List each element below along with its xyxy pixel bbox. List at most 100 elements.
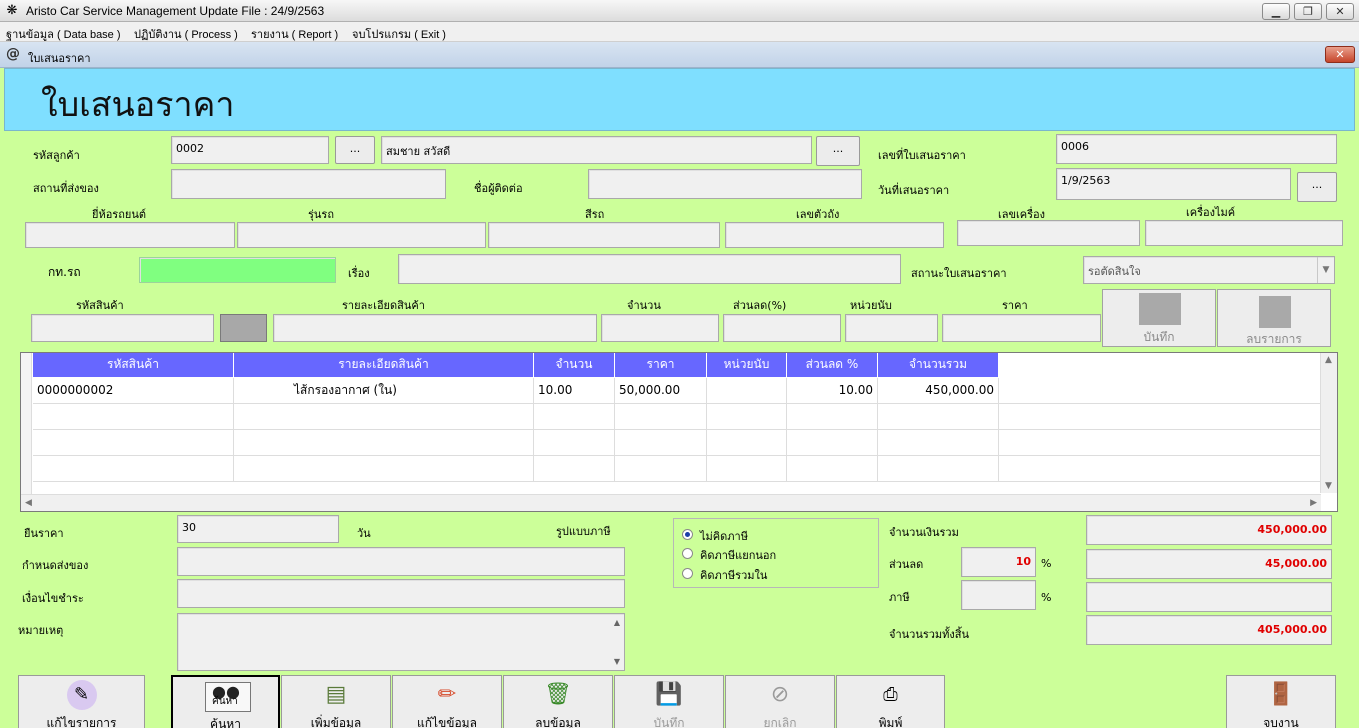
customer-browse-button[interactable]: ...: [335, 136, 375, 164]
date-picker-button[interactable]: ...: [1297, 172, 1337, 202]
payment-field[interactable]: [177, 579, 625, 608]
table-cell[interactable]: [33, 456, 234, 482]
car-brand-field[interactable]: [25, 222, 235, 248]
close-child-button[interactable]: ✕: [1325, 46, 1355, 63]
table-cell[interactable]: [999, 430, 1321, 456]
cancel-button[interactable]: ⊘ ยกเลิก: [725, 675, 835, 728]
scroll-down-icon[interactable]: ▼: [1325, 481, 1332, 491]
scroll-up-icon[interactable]: ▲: [1325, 355, 1332, 365]
table-cell[interactable]: [707, 404, 787, 430]
col-header-qty[interactable]: จำนวน: [534, 353, 615, 377]
save-button[interactable]: 💾 บันทึก: [614, 675, 724, 728]
scroll-right-icon[interactable]: ▶: [1310, 498, 1317, 508]
note-textarea[interactable]: ▲ ▼: [177, 613, 625, 671]
save-item-button[interactable]: บันทึก: [1102, 289, 1216, 347]
table-cell[interactable]: [787, 404, 878, 430]
menu-database[interactable]: ฐานข้อมูล ( Data base ): [6, 25, 121, 43]
contact-field[interactable]: [588, 169, 862, 199]
table-cell[interactable]: [878, 404, 999, 430]
edit-button[interactable]: ✏ แก้ไขข้อมูล: [392, 675, 502, 728]
quote-status-select[interactable]: รอตัดสินใจ ▼: [1083, 256, 1335, 284]
table-cell[interactable]: [878, 456, 999, 482]
menu-report[interactable]: รายงาน ( Report ): [251, 25, 338, 43]
items-grid[interactable]: รหัสสินค้า รายละเอียดสินค้า จำนวน ราคา ห…: [20, 352, 1338, 512]
table-cell[interactable]: [999, 404, 1321, 430]
delete-button[interactable]: 🗑 ลบข้อมูล: [503, 675, 613, 728]
total-field[interactable]: 450,000.00: [1086, 515, 1332, 545]
table-cell[interactable]: 10.00: [534, 378, 615, 404]
menu-process[interactable]: ปฏิบัติงาน ( Process ): [134, 25, 238, 43]
item-lookup-button[interactable]: [220, 314, 267, 342]
table-cell[interactable]: [787, 456, 878, 482]
price-valid-field[interactable]: 30: [177, 515, 339, 543]
grid-horizontal-scrollbar[interactable]: ◀ ▶: [21, 494, 1321, 511]
tax-none-radio[interactable]: [682, 529, 693, 540]
table-cell[interactable]: 10.00: [787, 378, 878, 404]
customer-code-field[interactable]: 0002: [171, 136, 329, 164]
col-header-item-desc[interactable]: รายละเอียดสินค้า: [234, 353, 534, 377]
table-cell[interactable]: [234, 430, 534, 456]
table-cell[interactable]: [707, 378, 787, 404]
table-cell[interactable]: [999, 378, 1321, 404]
edit-items-button[interactable]: ✎ แก้ไขรายการ: [18, 675, 145, 728]
table-cell[interactable]: [534, 404, 615, 430]
table-cell[interactable]: [615, 430, 707, 456]
tax-amount-field[interactable]: [1086, 582, 1332, 612]
car-color-field[interactable]: [488, 222, 720, 248]
add-button[interactable]: ▤ เพิ่มข้อมูล: [281, 675, 391, 728]
tax-pct-field[interactable]: [961, 580, 1036, 610]
table-cell[interactable]: [234, 456, 534, 482]
item-desc-field[interactable]: [273, 314, 597, 342]
table-cell[interactable]: [33, 430, 234, 456]
table-cell[interactable]: ไส้กรองอากาศ (ใน): [234, 378, 534, 404]
subject-field[interactable]: [398, 254, 901, 284]
print-button[interactable]: ⎙ พิมพ์: [836, 675, 945, 728]
table-cell[interactable]: 0000000002: [33, 378, 234, 404]
table-cell[interactable]: [534, 456, 615, 482]
price-field[interactable]: [942, 314, 1101, 342]
tax-inclusive-label[interactable]: คิดภาษีรวมใน: [700, 566, 767, 584]
table-cell[interactable]: [33, 404, 234, 430]
grid-vertical-scrollbar[interactable]: ▲ ▼: [1320, 353, 1337, 493]
col-header-item-code[interactable]: รหัสสินค้า: [33, 353, 234, 377]
col-header-discount[interactable]: ส่วนลด %: [787, 353, 878, 377]
table-cell[interactable]: [999, 456, 1321, 482]
unit-field[interactable]: [845, 314, 938, 342]
exit-button[interactable]: 🚪 จบงาน: [1226, 675, 1336, 728]
restore-button[interactable]: ❐: [1294, 3, 1322, 20]
table-cell[interactable]: [787, 430, 878, 456]
scroll-down-icon[interactable]: ▼: [614, 657, 620, 666]
table-cell[interactable]: [878, 430, 999, 456]
customer-name-browse-button[interactable]: ...: [816, 136, 860, 166]
col-header-unit[interactable]: หน่วยนับ: [707, 353, 787, 377]
col-header-price[interactable]: ราคา: [615, 353, 707, 377]
scroll-up-icon[interactable]: ▲: [614, 618, 620, 627]
plate-field[interactable]: [139, 257, 336, 283]
search-button[interactable]: ●● ค้นหา ค้นหา: [171, 675, 280, 728]
table-cell[interactable]: [707, 456, 787, 482]
ship-place-field[interactable]: [171, 169, 446, 199]
quote-date-field[interactable]: 1/9/2563: [1056, 168, 1291, 200]
engine-field[interactable]: [957, 220, 1140, 246]
customer-name-field[interactable]: สมชาย สวัสดี: [381, 136, 812, 164]
quote-no-field[interactable]: 0006: [1056, 134, 1337, 164]
qty-field[interactable]: [601, 314, 719, 342]
delete-item-button[interactable]: ลบรายการ: [1217, 289, 1331, 347]
scroll-left-icon[interactable]: ◀: [25, 498, 32, 508]
delivery-field[interactable]: [177, 547, 625, 576]
tax-none-label[interactable]: ไม่คิดภาษี: [700, 527, 748, 545]
car-model-field[interactable]: [237, 222, 486, 248]
table-cell[interactable]: [615, 456, 707, 482]
table-cell[interactable]: 450,000.00: [878, 378, 999, 404]
tax-inclusive-radio[interactable]: [682, 568, 693, 579]
chassis-field[interactable]: [725, 222, 944, 248]
minimize-button[interactable]: ▁: [1262, 3, 1290, 20]
col-header-total[interactable]: จำนวนรวม: [878, 353, 999, 377]
close-window-button[interactable]: ✕: [1326, 3, 1354, 20]
table-cell[interactable]: [234, 404, 534, 430]
table-cell[interactable]: 50,000.00: [615, 378, 707, 404]
tax-exclusive-label[interactable]: คิดภาษีแยกนอก: [700, 546, 776, 564]
mileage-field[interactable]: [1145, 220, 1343, 246]
tax-exclusive-radio[interactable]: [682, 548, 693, 559]
item-code-field[interactable]: [31, 314, 214, 342]
